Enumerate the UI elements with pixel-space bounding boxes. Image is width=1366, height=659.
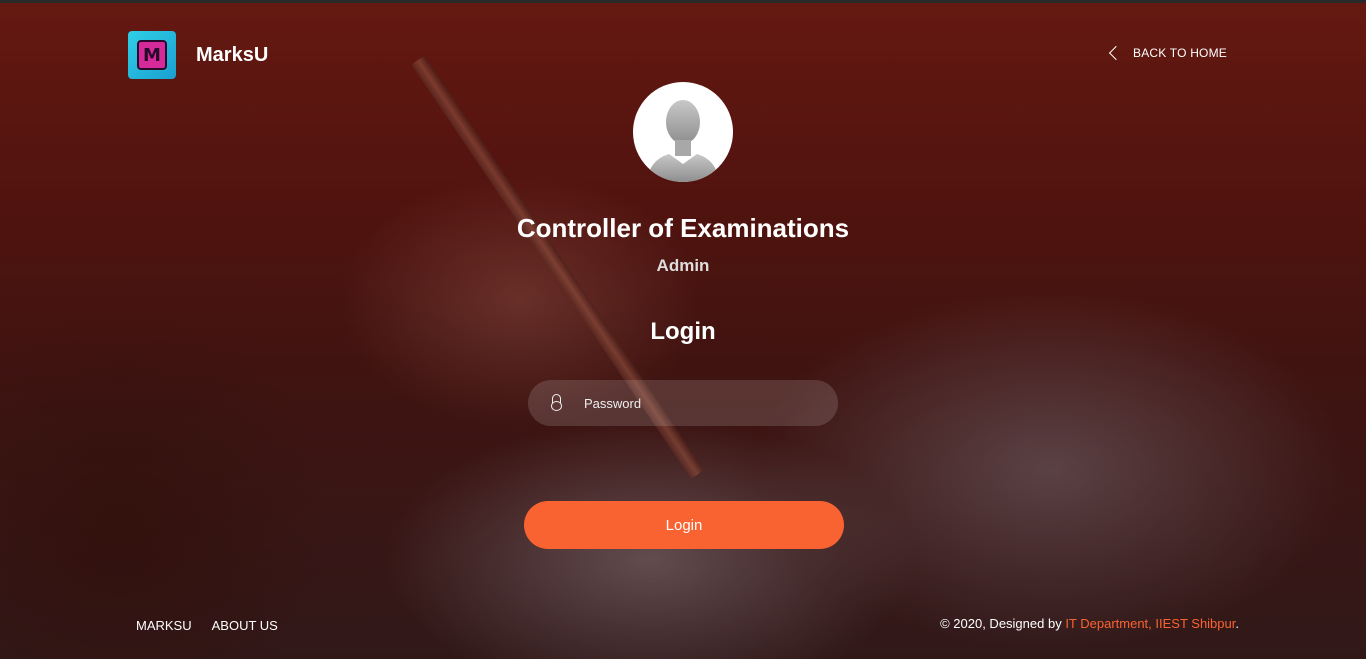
footer-nav: MARKSU ABOUT US xyxy=(136,618,298,633)
brand[interactable]: M MarksU xyxy=(128,31,268,79)
m-logo-icon: M xyxy=(128,31,176,79)
copyright-suffix: . xyxy=(1235,616,1239,631)
logo-letter: M xyxy=(137,40,167,70)
top-border xyxy=(0,0,1366,3)
lock-icon xyxy=(550,394,564,412)
login-button[interactable]: Login xyxy=(524,501,844,549)
back-to-home-link[interactable]: BACK TO HOME xyxy=(1108,45,1227,61)
copyright-prefix: © 2020, Designed by xyxy=(940,616,1066,631)
role-label: Admin xyxy=(656,256,710,275)
footer-link-marksu[interactable]: MARKSU xyxy=(136,618,192,633)
copyright: © 2020, Designed by IT Department, IIEST… xyxy=(940,616,1239,631)
login-heading: Login xyxy=(650,318,716,345)
page-title: Controller of Examinations xyxy=(516,213,850,243)
chevron-left-icon xyxy=(1108,45,1124,61)
user-avatar-icon xyxy=(633,82,733,182)
copyright-link[interactable]: IT Department, IIEST Shibpur xyxy=(1065,616,1235,631)
back-to-home-label: BACK TO HOME xyxy=(1133,46,1227,60)
password-field[interactable] xyxy=(528,380,838,426)
brand-name: MarksU xyxy=(196,43,269,66)
footer-link-about-us[interactable]: ABOUT US xyxy=(212,618,278,633)
password-input[interactable] xyxy=(584,395,814,411)
